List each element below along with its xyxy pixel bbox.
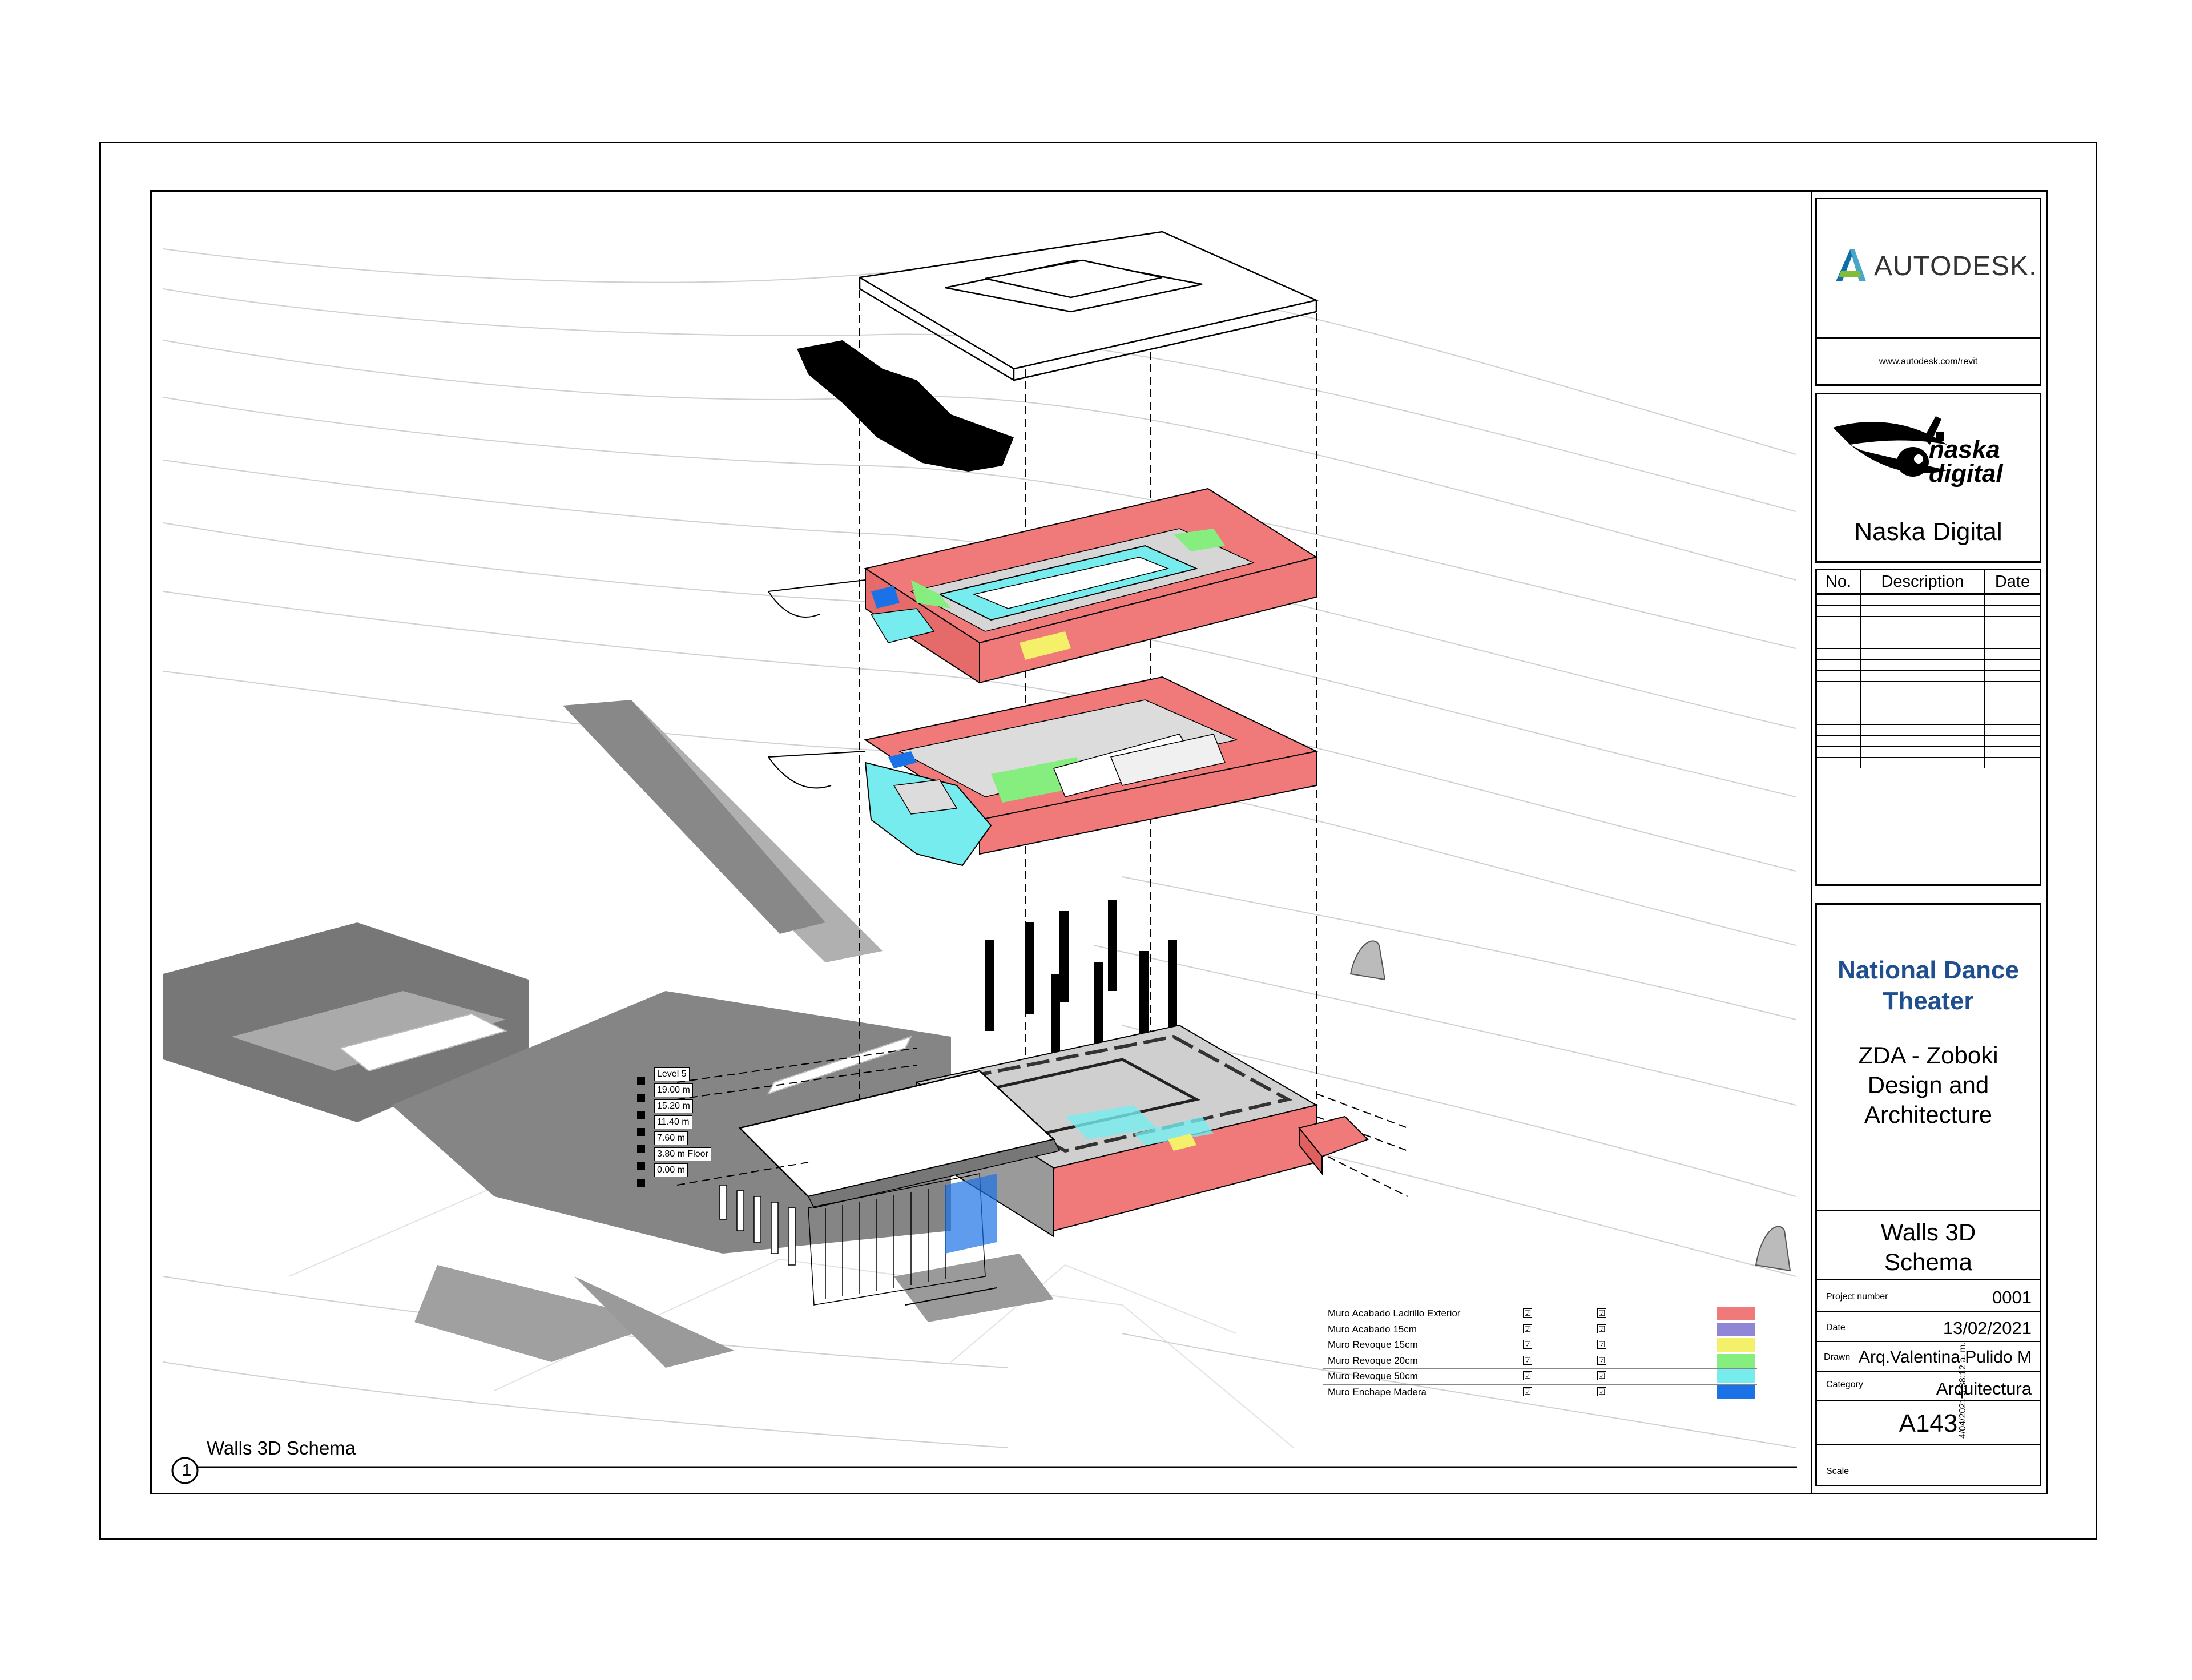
sheet-name: Walls 3D Schema (1880, 1219, 1976, 1275)
legend-checkbox[interactable]: ☑ (1523, 1340, 1532, 1349)
legend-checkbox[interactable]: ☑ (1597, 1308, 1606, 1318)
roof-slab (857, 231, 1319, 381)
revision-header-no: No. (1817, 570, 1861, 595)
drawing-area[interactable] (152, 192, 1813, 1493)
scale-label: Scale (1826, 1467, 1850, 1476)
legend-item-name: Muro Revoque 50cm (1328, 1371, 1418, 1381)
legend-item-name: Muro Acabado 15cm (1328, 1323, 1417, 1335)
legend-checkbox[interactable]: ☑ (1523, 1387, 1532, 1396)
level-tag: 7.60 m (654, 1131, 688, 1145)
revision-row (1817, 746, 2040, 758)
level-tag: 11.40 m (654, 1115, 692, 1129)
level-tag: 3.80 m Floor (654, 1147, 711, 1161)
naska-logo-text: digital (1929, 460, 2003, 488)
field-label: Drawn (1824, 1352, 1851, 1362)
legend-checkbox[interactable]: ☑ (1597, 1355, 1606, 1365)
client-box: naska digital Naska Digital (1815, 393, 2041, 563)
revision-table: No. Description Date (1817, 570, 2040, 768)
sheet-date: 13/02/2021 (1943, 1318, 2032, 1338)
walls-3d-schema-drawing (163, 231, 1797, 1484)
field-label: Project number (1826, 1292, 1888, 1302)
legend-item-name: Muro Revoque 15cm (1328, 1339, 1418, 1350)
date-row: Date 13/02/2021 (1817, 1311, 2040, 1342)
legend-swatch (1717, 1307, 1755, 1320)
project-info-box: National Dance Theater ZDA - Zoboki Desi… (1815, 903, 2041, 1486)
level-tag: Level 5 (654, 1067, 690, 1081)
legend-item-name: Muro Enchape Madera (1328, 1386, 1427, 1397)
legend-swatch (1717, 1353, 1755, 1368)
level-tag: 19.00 m (654, 1083, 693, 1097)
category-row: Category Arquitectura (1817, 1371, 2040, 1401)
legend-row: Muro Enchape Madera ☑ ☑ (1323, 1385, 1757, 1400)
legend-row: Muro Revoque 15cm ☑ ☑ (1323, 1337, 1757, 1353)
revision-row (1817, 616, 2040, 627)
legend-item-name: Muro Acabado Ladrillo Exterior (1328, 1308, 1461, 1319)
revision-row (1817, 594, 2040, 606)
view-number: 1 (182, 1461, 192, 1480)
legend-row: Muro Revoque 50cm ☑ ☑ (1323, 1369, 1757, 1385)
level-tag: 0.00 m (654, 1163, 688, 1177)
client-name: Naska Digital (1854, 518, 2002, 546)
autodesk-brand: AUTODESK. (1874, 251, 2037, 281)
autodesk-logo-icon (1833, 248, 1867, 283)
firm-name: ZDA - Zoboki Design and Architecture (1858, 1042, 1998, 1128)
revision-row (1817, 648, 2040, 660)
legend-row: Muro Acabado Ladrillo Exterior ☑ ☑ (1323, 1306, 1757, 1322)
middle-floor-plate (768, 676, 1319, 867)
revision-header-date: Date (1985, 570, 2040, 595)
revision-row (1817, 670, 2040, 682)
field-label: Category (1826, 1380, 1863, 1389)
view-title: Walls 3D Schema (207, 1437, 356, 1459)
revision-row (1817, 714, 2040, 725)
legend-checkbox[interactable]: ☑ (1523, 1324, 1532, 1333)
legend-checkbox[interactable]: ☑ (1597, 1324, 1606, 1333)
legend-item-name: Muro Revoque 20cm (1328, 1355, 1418, 1366)
legend-checkbox[interactable]: ☑ (1523, 1371, 1532, 1380)
revision-row (1817, 703, 2040, 714)
sheet-number-row: A143 (1817, 1400, 2040, 1445)
drawn-row: Drawn Arq.Valentina Pulido M (1817, 1341, 2040, 1372)
revision-row (1817, 692, 2040, 703)
black-feature-wall (797, 340, 1014, 472)
revision-row (1817, 724, 2040, 736)
title-block: AUTODESK. www.autodesk.com/revit naska d… (1815, 198, 2041, 1489)
revision-table-box: No. Description Date (1815, 569, 2041, 886)
autodesk-url[interactable]: www.autodesk.com/revit (1817, 357, 2040, 367)
revision-row (1817, 605, 2040, 617)
level-tag: 15.20 m (654, 1099, 693, 1113)
revision-row (1817, 681, 2040, 692)
field-label: Date (1826, 1323, 1846, 1332)
upper-floor-plate (768, 488, 1318, 684)
project-number: 0001 (1992, 1287, 2032, 1307)
project-name: National Dance Theater (1838, 956, 2019, 1015)
wall-type-legend: Muro Acabado Ladrillo Exterior ☑ ☑ Muro … (1323, 1306, 1757, 1400)
revision-row (1817, 659, 2040, 671)
sheet-number: A143 (1899, 1409, 1958, 1437)
category: Arquitectura (1936, 1379, 2032, 1399)
revision-row (1817, 735, 2040, 747)
legend-swatch (1717, 1338, 1755, 1352)
divider (1817, 1210, 2040, 1211)
drawn-by: Arq.Valentina Pulido M (1859, 1348, 2032, 1367)
project-number-row: Project number 0001 (1817, 1280, 2040, 1312)
legend-checkbox[interactable]: ☑ (1523, 1308, 1532, 1318)
legend-checkbox[interactable]: ☑ (1597, 1340, 1606, 1349)
legend-checkbox[interactable]: ☑ (1597, 1371, 1606, 1380)
legend-checkbox[interactable]: ☑ (1523, 1355, 1532, 1365)
legend-checkbox[interactable]: ☑ (1597, 1387, 1606, 1396)
divider (1817, 337, 2040, 339)
revision-row (1817, 638, 2040, 649)
legend-swatch (1717, 1369, 1755, 1383)
autodesk-box: AUTODESK. www.autodesk.com/revit (1815, 198, 2041, 386)
legend-swatch (1717, 1385, 1755, 1399)
revision-header-description: Description (1860, 570, 1985, 595)
revision-row (1817, 627, 2040, 638)
title-block-divider (1811, 192, 1812, 1493)
legend-swatch (1717, 1322, 1755, 1336)
revision-row (1817, 757, 2040, 768)
legend-row: Muro Revoque 20cm ☑ ☑ (1323, 1353, 1757, 1369)
print-timestamp: 4/04/2021 5:38:12 a. m. (1958, 1341, 1968, 1439)
legend-row: Muro Acabado 15cm ☑ ☑ (1323, 1322, 1757, 1337)
